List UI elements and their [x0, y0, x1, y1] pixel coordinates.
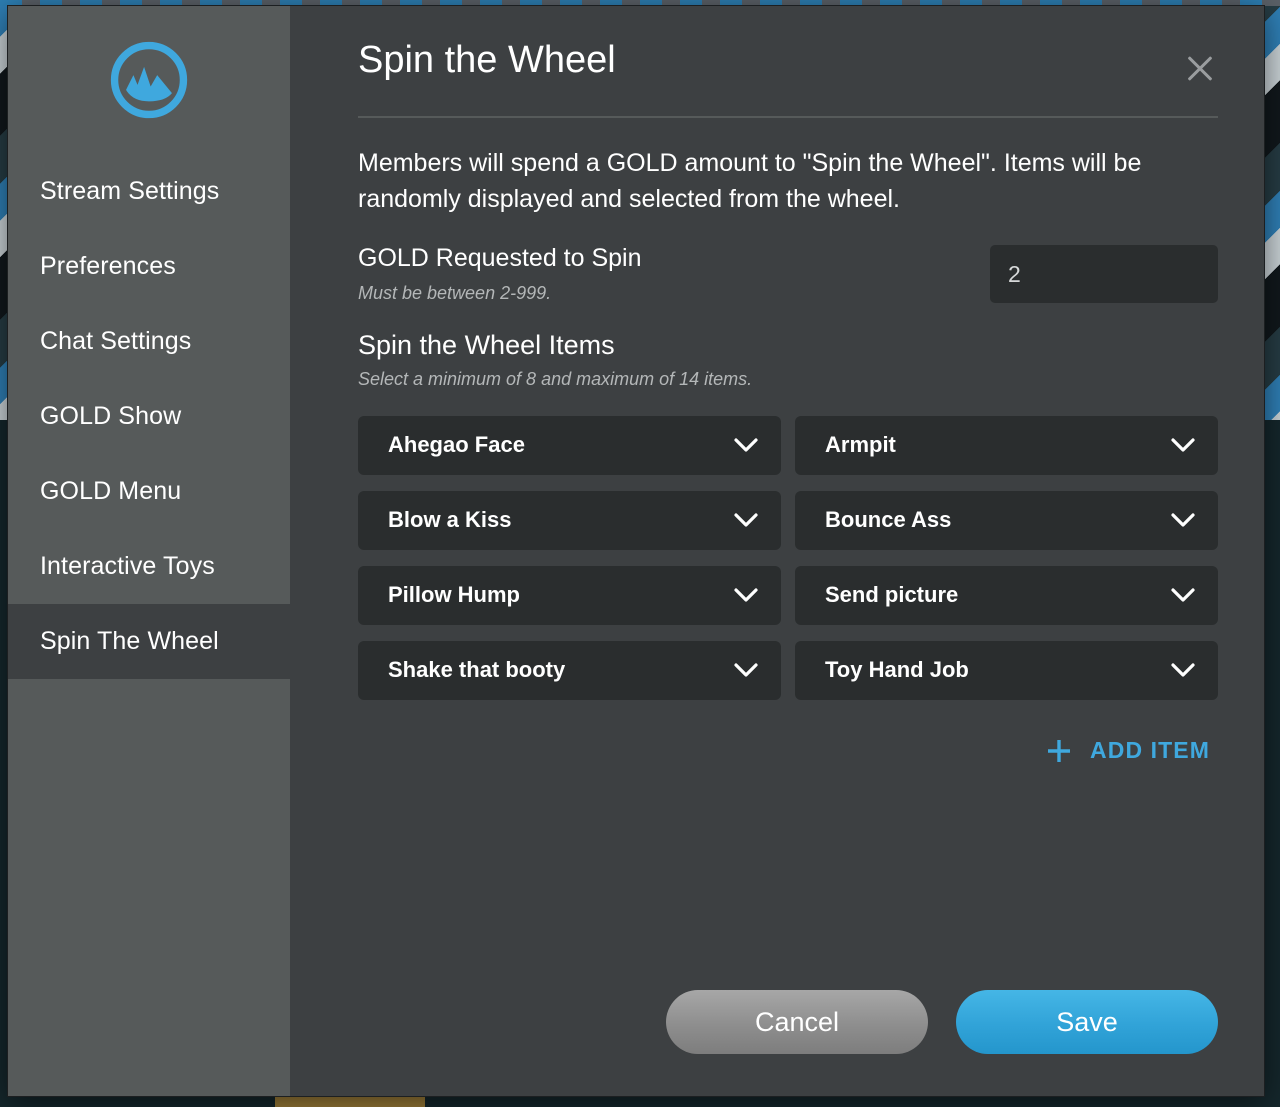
wheel-item-label: Send picture — [825, 582, 958, 608]
wheel-item-label: Armpit — [825, 432, 896, 458]
gold-requested-field-row: GOLD Requested to Spin Must be between 2… — [358, 245, 1218, 304]
sidebar-item-label: Stream Settings — [40, 177, 219, 206]
sidebar-item-label: GOLD Show — [40, 402, 181, 431]
wheel-item-select[interactable]: Ahegao Face — [358, 416, 781, 475]
sidebar-item-label: Spin The Wheel — [40, 627, 219, 656]
chevron-down-icon — [733, 662, 759, 678]
chevron-down-icon — [733, 587, 759, 603]
items-section-title: Spin the Wheel Items — [358, 330, 1218, 361]
sidebar-item-preferences[interactable]: Preferences — [8, 229, 290, 304]
sidebar-item-interactive-toys[interactable]: Interactive Toys — [8, 529, 290, 604]
app-logo — [8, 6, 290, 154]
chevron-down-icon — [1170, 662, 1196, 678]
chevron-down-icon — [1170, 587, 1196, 603]
sidebar-item-gold-menu[interactable]: GOLD Menu — [8, 454, 290, 529]
wheel-item-select[interactable]: Blow a Kiss — [358, 491, 781, 550]
dialog-main-panel: Spin the Wheel Members will spend a GOLD… — [290, 6, 1264, 1096]
gold-requested-label: GOLD Requested to Spin — [358, 245, 642, 273]
wheel-item-select[interactable]: Shake that booty — [358, 641, 781, 700]
sidebar-item-stream-settings[interactable]: Stream Settings — [8, 154, 290, 229]
dialog-footer: Cancel Save — [290, 990, 1218, 1054]
wheel-item-select[interactable]: Bounce Ass — [795, 491, 1218, 550]
sidebar-item-label: Interactive Toys — [40, 552, 215, 581]
gold-requested-hint: Must be between 2-999. — [358, 283, 642, 304]
gold-requested-input[interactable] — [990, 245, 1218, 303]
dialog-description: Members will spend a GOLD amount to "Spi… — [358, 146, 1218, 217]
wheel-item-label: Ahegao Face — [388, 432, 525, 458]
sidebar-item-label: Preferences — [40, 252, 176, 281]
header-divider — [358, 116, 1218, 118]
sidebar-item-spin-the-wheel[interactable]: Spin The Wheel — [8, 604, 290, 679]
taskbar-chip — [275, 1095, 425, 1107]
cancel-button[interactable]: Cancel — [666, 990, 928, 1054]
mountain-circle-logo-icon — [108, 39, 190, 121]
wheel-items-grid: Ahegao Face Armpit Blow a Kiss Bounce As… — [358, 416, 1218, 700]
settings-dialog: Stream Settings Preferences Chat Setting… — [8, 6, 1264, 1096]
save-button[interactable]: Save — [956, 990, 1218, 1054]
chevron-down-icon — [1170, 437, 1196, 453]
wheel-item-label: Toy Hand Job — [825, 657, 969, 683]
chevron-down-icon — [1170, 512, 1196, 528]
dialog-header: Spin the Wheel — [358, 6, 1218, 90]
wheel-item-select[interactable]: Send picture — [795, 566, 1218, 625]
plus-icon — [1044, 736, 1074, 766]
wheel-item-label: Blow a Kiss — [388, 507, 511, 533]
wheel-item-select[interactable]: Pillow Hump — [358, 566, 781, 625]
wheel-item-select[interactable]: Toy Hand Job — [795, 641, 1218, 700]
wheel-item-label: Pillow Hump — [388, 582, 520, 608]
items-section-hint: Select a minimum of 8 and maximum of 14 … — [358, 369, 1218, 390]
items-section-header: Spin the Wheel Items Select a minimum of… — [358, 330, 1218, 390]
close-icon[interactable] — [1178, 46, 1222, 90]
sidebar-item-gold-show[interactable]: GOLD Show — [8, 379, 290, 454]
add-item-label: ADD ITEM — [1090, 737, 1210, 764]
chevron-down-icon — [733, 437, 759, 453]
sidebar: Stream Settings Preferences Chat Setting… — [8, 6, 290, 1096]
page-title: Spin the Wheel — [358, 38, 616, 84]
sidebar-nav-list: Stream Settings Preferences Chat Setting… — [8, 154, 290, 679]
sidebar-item-label: GOLD Menu — [40, 477, 181, 506]
wheel-item-label: Bounce Ass — [825, 507, 951, 533]
add-item-row: ADD ITEM — [358, 730, 1218, 772]
add-item-button[interactable]: ADD ITEM — [1036, 730, 1218, 772]
gold-requested-label-group: GOLD Requested to Spin Must be between 2… — [358, 245, 642, 304]
wheel-item-select[interactable]: Armpit — [795, 416, 1218, 475]
sidebar-item-chat-settings[interactable]: Chat Settings — [8, 304, 290, 379]
sidebar-item-label: Chat Settings — [40, 327, 191, 356]
chevron-down-icon — [733, 512, 759, 528]
wheel-item-label: Shake that booty — [388, 657, 565, 683]
